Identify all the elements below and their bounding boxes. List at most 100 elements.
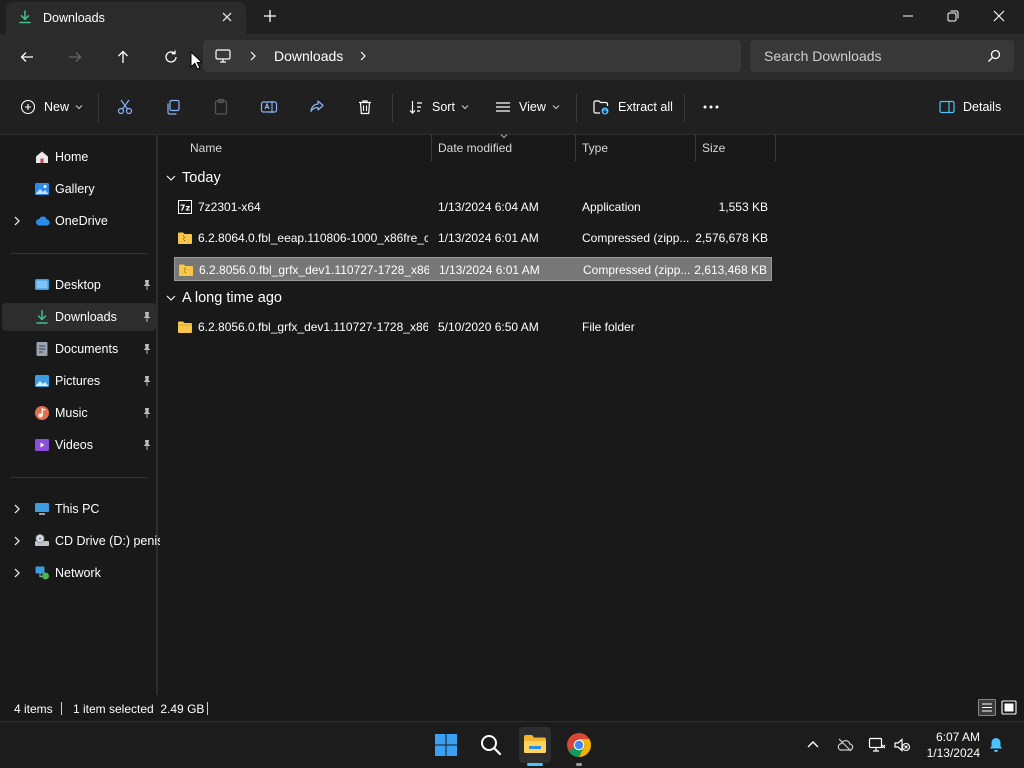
download-icon [19,10,31,24]
network-status-icon[interactable] [868,736,886,754]
scissors-icon [117,99,133,115]
column-header-size[interactable]: Size [702,135,774,161]
search-icon[interactable] [477,731,505,759]
column-header-date-modified[interactable]: Date modified [438,134,574,161]
pin-icon[interactable] [142,343,152,355]
up-button[interactable] [112,46,134,68]
cut-button[interactable] [116,96,134,118]
chevron-right-icon[interactable] [12,215,22,227]
sidebar-item-cd-drive[interactable]: CD Drive (D:) penis [2,527,163,555]
sidebar-item-desktop[interactable]: Desktop [2,271,156,299]
sidebar-item-documents[interactable]: Documents [2,335,156,363]
videos-icon [35,439,49,451]
sidebar-item-music[interactable]: Music [2,399,156,427]
sidebar-item-network[interactable]: Network [2,559,156,587]
paste-button[interactable] [212,96,230,118]
close-tab-icon[interactable] [220,10,234,24]
sidebar-item-videos[interactable]: Videos [2,431,156,459]
folder-icon [178,321,192,333]
chevron-right-icon[interactable] [248,50,258,62]
sidebar-item-pictures[interactable]: Pictures [2,367,156,395]
sidebar-item-this-pc[interactable]: This PC [2,495,156,523]
column-resize-handle[interactable] [695,135,696,161]
pin-icon[interactable] [142,279,152,291]
details-label: Details [963,100,1002,114]
file-type: Application [582,200,641,214]
notification-bell-icon[interactable] [987,736,1005,754]
sidebar-label: Videos [55,438,93,452]
forward-button[interactable] [64,46,86,68]
pin-icon[interactable] [142,439,152,451]
chevron-right-icon[interactable] [12,503,22,515]
view-list-icon [496,102,510,112]
pin-icon[interactable] [142,407,152,419]
details-view-icon[interactable] [978,699,996,716]
7zip-app-icon: 7z [178,200,192,214]
back-button[interactable] [16,46,38,68]
group-header-today[interactable]: Today [166,167,221,189]
pin-icon[interactable] [142,311,152,323]
more-options-button[interactable] [702,96,720,118]
column-resize-handle[interactable] [575,135,576,161]
restore-button[interactable] [944,7,962,25]
column-header-name[interactable]: Name [190,135,430,161]
column-resize-handle[interactable] [431,135,432,161]
onedrive-cloud-icon[interactable] [836,736,854,754]
network-icon [35,566,49,580]
new-button[interactable]: New [20,96,83,118]
view-button[interactable]: View [495,96,560,118]
sort-descending-icon [500,134,508,139]
chevron-right-icon[interactable] [358,50,368,62]
close-window-button[interactable] [990,7,1008,25]
delete-button[interactable] [356,96,374,118]
volume-muted-icon[interactable] [893,736,911,754]
large-icons-view-icon[interactable] [1000,699,1018,716]
file-row[interactable]: 7z 7z2301-x64 1/13/2024 6:04 AM Applicat… [174,195,772,219]
status-bar: 4 items 1 item selected 2.49 GB [0,695,1024,721]
new-label: New [44,100,70,114]
address-bar[interactable]: Downloads [203,40,741,72]
sidebar-item-gallery[interactable]: Gallery [2,175,156,203]
sort-button[interactable]: Sort [408,96,469,118]
details-button[interactable]: Details [939,96,1001,118]
chevron-down-icon [75,105,83,110]
share-icon [310,100,324,112]
minimize-button[interactable] [899,7,917,25]
search-input[interactable]: Search Downloads [750,40,1014,72]
clock-date: 1/13/2024 [926,746,980,760]
file-row-selected[interactable]: 6.2.8056.0.fbl_grfx_dev1.110727-1728_x86… [174,257,772,281]
taskbar-file-explorer[interactable] [519,727,551,763]
extract-all-button[interactable]: Extract all [592,96,673,118]
file-date: 1/13/2024 6:04 AM [438,200,539,214]
tab-downloads[interactable]: Downloads [6,2,246,34]
windows-start-icon[interactable] [432,731,460,759]
chevron-up-icon[interactable] [804,736,822,754]
rename-button[interactable] [260,96,278,118]
sidebar-label: OneDrive [55,214,108,228]
group-label: A long time ago [182,290,282,306]
chevron-down-icon [461,105,469,110]
chevron-right-icon[interactable] [12,567,22,579]
system-clock[interactable]: 6:07 AM 1/13/2024 [927,729,980,761]
file-row[interactable]: 6.2.8056.0.fbl_grfx_dev1.110727-1728_x86… [174,315,772,339]
refresh-button[interactable] [160,46,182,68]
status-divider [61,702,62,715]
sidebar-item-downloads[interactable]: Downloads [2,303,156,331]
copy-button[interactable] [164,96,182,118]
sidebar-item-onedrive[interactable]: OneDrive [2,207,156,235]
download-icon [36,309,48,324]
chrome-icon[interactable] [565,731,593,759]
breadcrumb-downloads[interactable]: Downloads [274,48,343,64]
column-resize-handle[interactable] [775,135,776,161]
chevron-right-icon[interactable] [12,535,22,547]
sidebar-item-home[interactable]: Home [2,143,156,171]
svg-text:7z: 7z [180,204,191,213]
rename-icon [260,101,278,113]
new-tab-button[interactable] [262,8,278,24]
column-header-type[interactable]: Type [582,135,694,161]
ellipsis-icon [703,105,719,109]
file-row[interactable]: 6.2.8064.0.fbl_eeap.110806-1000_x86fre_c… [174,226,772,250]
group-header-long-ago[interactable]: A long time ago [166,287,282,309]
pin-icon[interactable] [142,375,152,387]
share-button[interactable] [308,96,326,118]
